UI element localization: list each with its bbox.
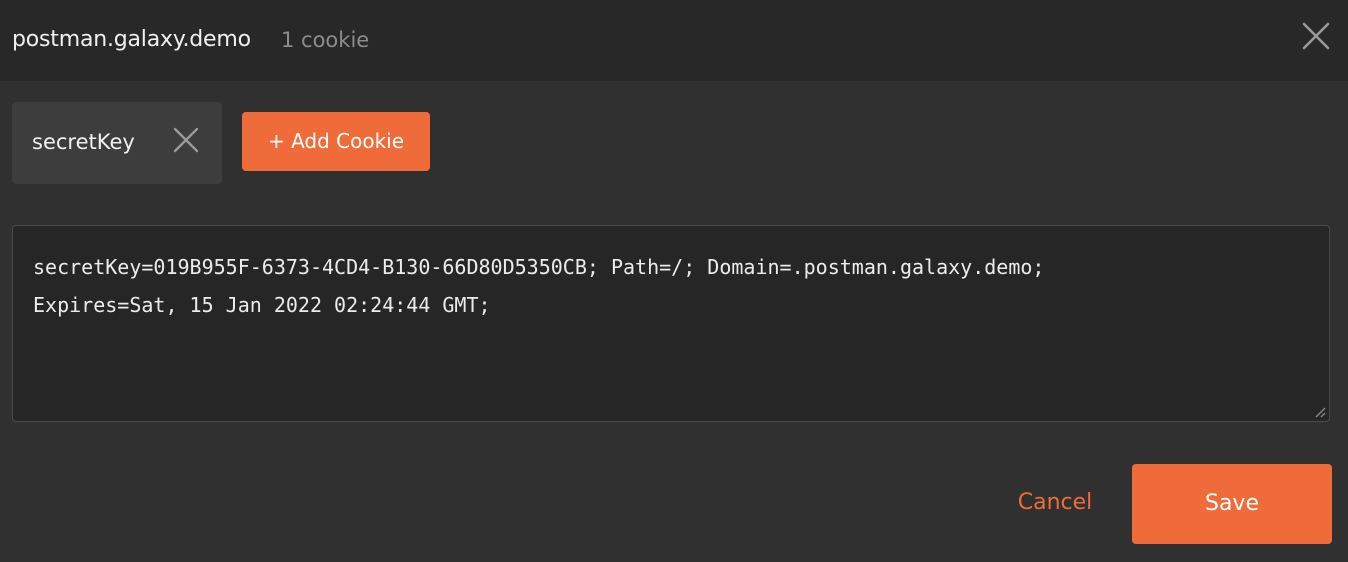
cookie-count: 1 cookie <box>281 28 370 52</box>
domain-title: postman.galaxy.demo <box>12 27 251 52</box>
close-icon <box>1302 22 1330 50</box>
save-button[interactable]: Save <box>1132 464 1332 544</box>
cookie-tab-label: secretKey <box>32 130 135 154</box>
close-button[interactable] <box>1298 18 1334 54</box>
dialog-header: postman.galaxy.demo 1 cookie <box>0 0 1348 81</box>
add-cookie-button[interactable]: + Add Cookie <box>242 112 430 171</box>
close-icon <box>173 127 199 153</box>
cookie-tab-secretkey[interactable]: secretKey <box>12 102 222 184</box>
remove-cookie-button[interactable] <box>170 124 202 156</box>
cookie-editor[interactable]: secretKey=019B955F-6373-4CD4-B130-66D80D… <box>12 225 1330 422</box>
cancel-button[interactable]: Cancel <box>1000 470 1110 536</box>
manage-cookie-dialog: postman.galaxy.demo 1 cookie secretKey +… <box>0 0 1348 562</box>
resize-handle-icon[interactable] <box>1314 406 1326 418</box>
